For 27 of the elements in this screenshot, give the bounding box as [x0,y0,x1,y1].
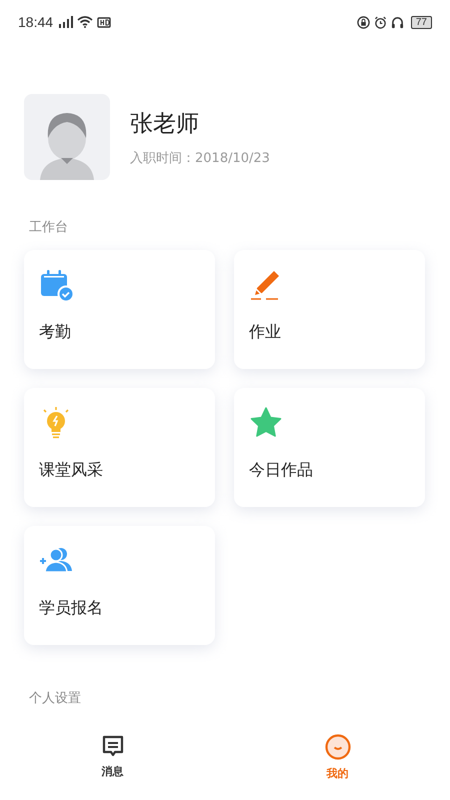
section-title: 工作台 [28,219,69,237]
workbench-card[interactable]: 作业 [234,250,425,369]
headphones-icon [390,16,404,28]
star-icon [249,406,283,440]
smile-icon [324,734,350,760]
hd-icon [97,16,112,28]
card-label: 今日作品 [249,460,314,481]
workbench-card[interactable]: 考勤 [24,250,215,369]
card-label: 学员报名 [39,598,104,619]
card-label: 考勤 [39,322,72,343]
card-label: 作业 [249,322,282,343]
wifi-icon [77,16,94,28]
battery-level: 77 [410,16,432,28]
card-label: 课堂风采 [39,460,104,481]
section-title: 个人设置 [28,690,82,708]
workbench-card[interactable]: 课堂风采 [24,388,215,507]
tab-bar-item[interactable]: 消息 [0,728,225,800]
lock-icon [356,16,370,28]
message-icon [100,734,124,758]
alarm-icon [374,16,387,28]
workbench-card[interactable]: 今日作品 [234,388,425,507]
hire-date: 入职时间：2018/10/23 [130,150,270,166]
status-time: 18:44 [18,14,54,30]
calendar-check-icon [39,268,73,302]
workbench-card[interactable]: 学员报名 [24,526,215,645]
teacher-name: 张老师 [130,110,200,138]
signal-icon [59,16,74,28]
